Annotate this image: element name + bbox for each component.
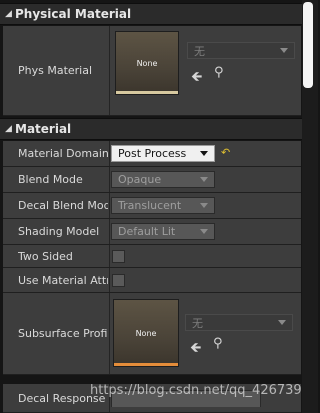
phys-material-row: Phys Material None 无 🡸 ⚲ bbox=[3, 26, 301, 116]
dropdown-value: Post Process bbox=[118, 147, 187, 160]
decal-blend-mode-dropdown[interactable]: Translucent bbox=[111, 197, 215, 214]
shading-model-label: Shading Model bbox=[18, 225, 100, 238]
asset-picker-value: 无 bbox=[194, 44, 205, 58]
chevron-down-icon bbox=[280, 48, 288, 53]
collapse-arrow-icon[interactable]: ◢ bbox=[5, 124, 15, 134]
phys-material-thumbnail[interactable]: None bbox=[115, 31, 179, 95]
material-domain-dropdown[interactable]: Post Process bbox=[111, 145, 215, 162]
column-divider[interactable] bbox=[109, 219, 110, 244]
column-divider[interactable] bbox=[109, 245, 110, 267]
thumbnail-text: None bbox=[136, 58, 158, 68]
chevron-down-icon bbox=[200, 177, 208, 182]
search-icon[interactable]: ⚲ bbox=[214, 65, 224, 80]
column-divider[interactable] bbox=[109, 293, 110, 374]
material-header[interactable]: ◢ Material bbox=[0, 118, 318, 140]
column-divider[interactable] bbox=[109, 268, 110, 292]
thumbnail-type-bar bbox=[116, 91, 178, 94]
material-domain-row: Material Domain Post Process ↶ bbox=[3, 141, 301, 167]
column-divider[interactable] bbox=[109, 167, 110, 192]
section-title: Material bbox=[15, 122, 72, 136]
dropdown-value: Translucent bbox=[118, 199, 182, 212]
blend-mode-row: Blend Mode Opaque bbox=[3, 167, 301, 193]
chevron-down-icon bbox=[200, 229, 208, 234]
scrollbar-thumb[interactable] bbox=[303, 2, 313, 88]
use-selected-arrow-icon[interactable]: 🡸 bbox=[190, 337, 201, 361]
subsurface-profile-row: Subsurface Profile None 无 🡸 ⚲ bbox=[3, 293, 301, 375]
reset-to-default-icon[interactable]: ↶ bbox=[221, 146, 230, 159]
two-sided-row: Two Sided bbox=[3, 245, 301, 268]
decal-blend-mode-label: Decal Blend Mode bbox=[18, 199, 108, 212]
thumbnail-text: None bbox=[135, 328, 157, 338]
phys-material-label: Phys Material bbox=[18, 64, 93, 77]
shading-model-dropdown[interactable]: Default Lit bbox=[111, 223, 215, 240]
use-material-attributes-row: Use Material Attributes bbox=[3, 268, 301, 293]
chevron-down-icon bbox=[278, 320, 286, 325]
dropdown-value: Opaque bbox=[118, 173, 162, 186]
physical-material-header[interactable]: ◢ Physical Material bbox=[0, 3, 318, 25]
thumbnail-type-bar bbox=[114, 363, 178, 366]
decal-blend-mode-row: Decal Blend Mode Translucent bbox=[3, 193, 301, 219]
use-material-attributes-checkbox[interactable] bbox=[112, 274, 125, 287]
asset-picker-value: 无 bbox=[192, 316, 203, 330]
blend-mode-dropdown[interactable]: Opaque bbox=[111, 171, 215, 188]
use-material-attributes-label: Use Material Attributes bbox=[18, 273, 108, 287]
subsurface-profile-thumbnail[interactable]: None bbox=[113, 299, 179, 367]
column-divider[interactable] bbox=[109, 141, 110, 166]
subsurface-profile-asset-picker[interactable]: 无 bbox=[185, 314, 293, 331]
subsurface-profile-label: Subsurface Profile bbox=[18, 327, 108, 340]
two-sided-label: Two Sided bbox=[18, 249, 73, 263]
use-selected-arrow-icon[interactable]: 🡸 bbox=[191, 66, 202, 90]
two-sided-checkbox[interactable] bbox=[112, 250, 125, 263]
column-divider[interactable] bbox=[109, 26, 110, 115]
column-divider[interactable] bbox=[109, 193, 110, 218]
phys-material-asset-picker[interactable]: 无 bbox=[187, 42, 295, 59]
collapse-arrow-icon[interactable]: ◢ bbox=[5, 9, 15, 19]
shading-model-row: Shading Model Default Lit bbox=[3, 219, 301, 245]
material-domain-label: Material Domain bbox=[18, 147, 108, 160]
search-icon[interactable]: ⚲ bbox=[213, 336, 223, 351]
blend-mode-label: Blend Mode bbox=[18, 173, 83, 186]
watermark-text: https://blog.csdn.net/qq_42673921 bbox=[90, 383, 319, 398]
chevron-down-icon bbox=[200, 203, 208, 208]
dropdown-value: Default Lit bbox=[118, 225, 176, 238]
chevron-down-icon bbox=[200, 151, 208, 156]
section-title: Physical Material bbox=[15, 7, 132, 21]
